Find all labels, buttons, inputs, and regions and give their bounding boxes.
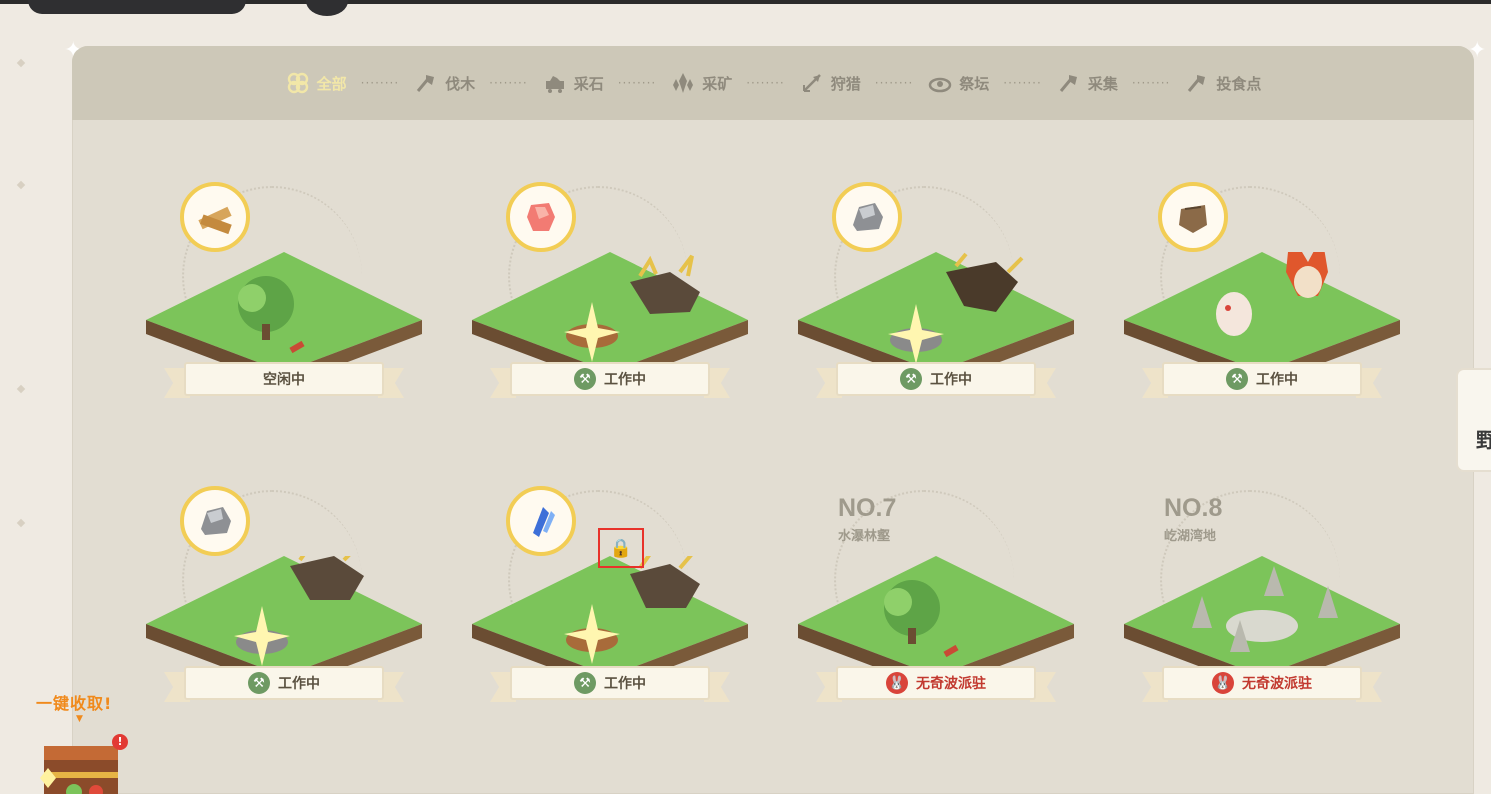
status-text: 工作中 xyxy=(604,676,646,692)
collect-all-button[interactable]: 一键收取! ▼ ! xyxy=(28,688,148,794)
status-ribbon: 🐰 无奇波派驻 xyxy=(816,662,1056,706)
left-decoration xyxy=(16,384,26,394)
status-text: 空闲中 xyxy=(263,372,305,388)
feed-icon xyxy=(1188,75,1206,92)
tab-feed[interactable]: 投食点 xyxy=(1184,71,1261,95)
tab-separator: ········ xyxy=(489,76,528,90)
tab-hunting[interactable]: 狩猎 xyxy=(799,71,861,95)
status-text: 工作中 xyxy=(604,372,646,388)
clover-icon xyxy=(287,72,308,94)
status-ribbon: ⚒ 工作中 xyxy=(1142,358,1382,402)
top-menu-pill[interactable] xyxy=(28,0,246,14)
hammer-icon: ⚒ xyxy=(900,368,922,390)
leather-pouch-icon xyxy=(1158,182,1228,252)
side-drawer-tab[interactable]: 野 xyxy=(1456,368,1491,472)
top-round-button[interactable] xyxy=(306,0,348,16)
hammer-icon: ⚒ xyxy=(574,672,596,694)
hammer-icon: ⚒ xyxy=(248,672,270,694)
status-text: 无奇波派驻 xyxy=(1242,676,1312,692)
grass-tile xyxy=(798,556,1074,676)
left-decoration xyxy=(16,518,26,528)
tab-gather[interactable]: 采集 xyxy=(1056,71,1118,95)
station-card[interactable]: 🔒 ⚒ 工作中 xyxy=(470,486,750,726)
station-card[interactable]: ⚒ 工作中 xyxy=(1122,182,1402,422)
collect-all-label: 一键收取! xyxy=(36,694,113,713)
station-card[interactable]: ⚒ 工作中 xyxy=(144,486,424,726)
station-info: NO.8 屹湖湾地 xyxy=(1164,494,1222,544)
tab-label: 伐木 xyxy=(445,74,476,93)
status-ribbon: ⚒ 工作中 xyxy=(490,358,730,402)
grass-tile xyxy=(1124,556,1400,676)
station-card[interactable]: ⚒ 工作中 xyxy=(796,182,1076,422)
stone-cart-icon xyxy=(545,76,564,93)
tab-label: 采矿 xyxy=(702,74,733,93)
hammer-icon: ⚒ xyxy=(1226,368,1248,390)
station-card[interactable]: 空闲中 xyxy=(144,182,424,422)
arrow-icon xyxy=(802,74,821,92)
tab-all[interactable]: 全部 xyxy=(285,71,347,95)
status-ribbon: ⚒ 工作中 xyxy=(816,358,1056,402)
status-ribbon: 空闲中 xyxy=(164,358,404,402)
status-ribbon: 🐰 无奇波派驻 xyxy=(1142,662,1382,706)
tab-quarry[interactable]: 采石 xyxy=(542,71,604,95)
status-text: 工作中 xyxy=(930,372,972,388)
rabbit-icon: 🐰 xyxy=(1212,672,1234,694)
station-card[interactable]: ⚒ 工作中 xyxy=(470,182,750,422)
tab-mining[interactable]: 采矿 xyxy=(670,71,732,95)
tab-separator: ········ xyxy=(746,76,785,90)
altar-icon xyxy=(929,77,952,93)
stone-icon xyxy=(832,182,902,252)
side-tab-label: 野 xyxy=(1476,428,1491,452)
status-ribbon: ⚒ 工作中 xyxy=(164,662,404,706)
station-number: NO.7 xyxy=(838,494,897,522)
tab-label: 全部 xyxy=(316,74,347,93)
grass-tile xyxy=(146,252,422,372)
stone-icon xyxy=(180,486,250,556)
grass-tile xyxy=(798,252,1074,372)
blue-crystal-icon xyxy=(506,486,576,556)
tab-separator: ········ xyxy=(1131,76,1171,90)
category-tabs: 全部 ········ 伐木 ········ 采石 ········ 采矿 ·… xyxy=(72,46,1474,120)
tab-separator: ········ xyxy=(617,76,657,90)
hammer-icon: ⚒ xyxy=(574,368,596,390)
tab-label: 狩猎 xyxy=(830,74,861,93)
station-number: NO.8 xyxy=(1164,494,1223,522)
tab-label: 祭坛 xyxy=(959,74,990,93)
tab-separator: ········ xyxy=(874,76,914,90)
lock-highlight[interactable]: 🔒 xyxy=(598,528,644,568)
down-arrow-icon: ▼ xyxy=(76,714,83,724)
ore-icon xyxy=(673,73,694,93)
pink-crystal-icon xyxy=(506,182,576,252)
station-location: 屹湖湾地 xyxy=(1164,529,1217,544)
left-decoration xyxy=(16,58,26,68)
status-text: 工作中 xyxy=(1256,372,1298,388)
tab-logging[interactable]: 伐木 xyxy=(413,71,475,95)
rabbit-icon: 🐰 xyxy=(886,672,908,694)
status-ribbon: ⚒ 工作中 xyxy=(490,662,730,706)
tab-separator: ········ xyxy=(360,76,400,90)
status-text: 工作中 xyxy=(278,676,320,692)
tab-separator: ········ xyxy=(1003,76,1042,90)
wood-icon xyxy=(180,182,250,252)
grass-tile xyxy=(472,556,748,676)
station-info: NO.7 水瀑林壑 xyxy=(838,494,896,544)
tab-label: 采石 xyxy=(573,74,604,93)
padlock-icon: 🔒 xyxy=(609,537,633,559)
tab-label: 投食点 xyxy=(1216,74,1262,93)
status-text: 无奇波派驻 xyxy=(916,676,986,692)
station-location: 水瀑林壑 xyxy=(838,529,891,544)
tab-label: 采集 xyxy=(1087,74,1118,93)
gather-icon xyxy=(1059,75,1077,92)
tab-altar[interactable]: 祭坛 xyxy=(927,71,989,95)
station-card[interactable]: NO.8 屹湖湾地 🐰 无奇波派驻 xyxy=(1122,486,1402,726)
grass-tile xyxy=(472,252,748,372)
notification-badge: ! xyxy=(112,734,128,750)
axe-icon xyxy=(417,75,435,92)
station-card[interactable]: NO.7 水瀑林壑 🐰 无奇波派驻 xyxy=(796,486,1076,726)
grass-tile xyxy=(1124,252,1400,372)
left-decoration xyxy=(16,180,26,190)
grass-tile xyxy=(146,556,422,676)
